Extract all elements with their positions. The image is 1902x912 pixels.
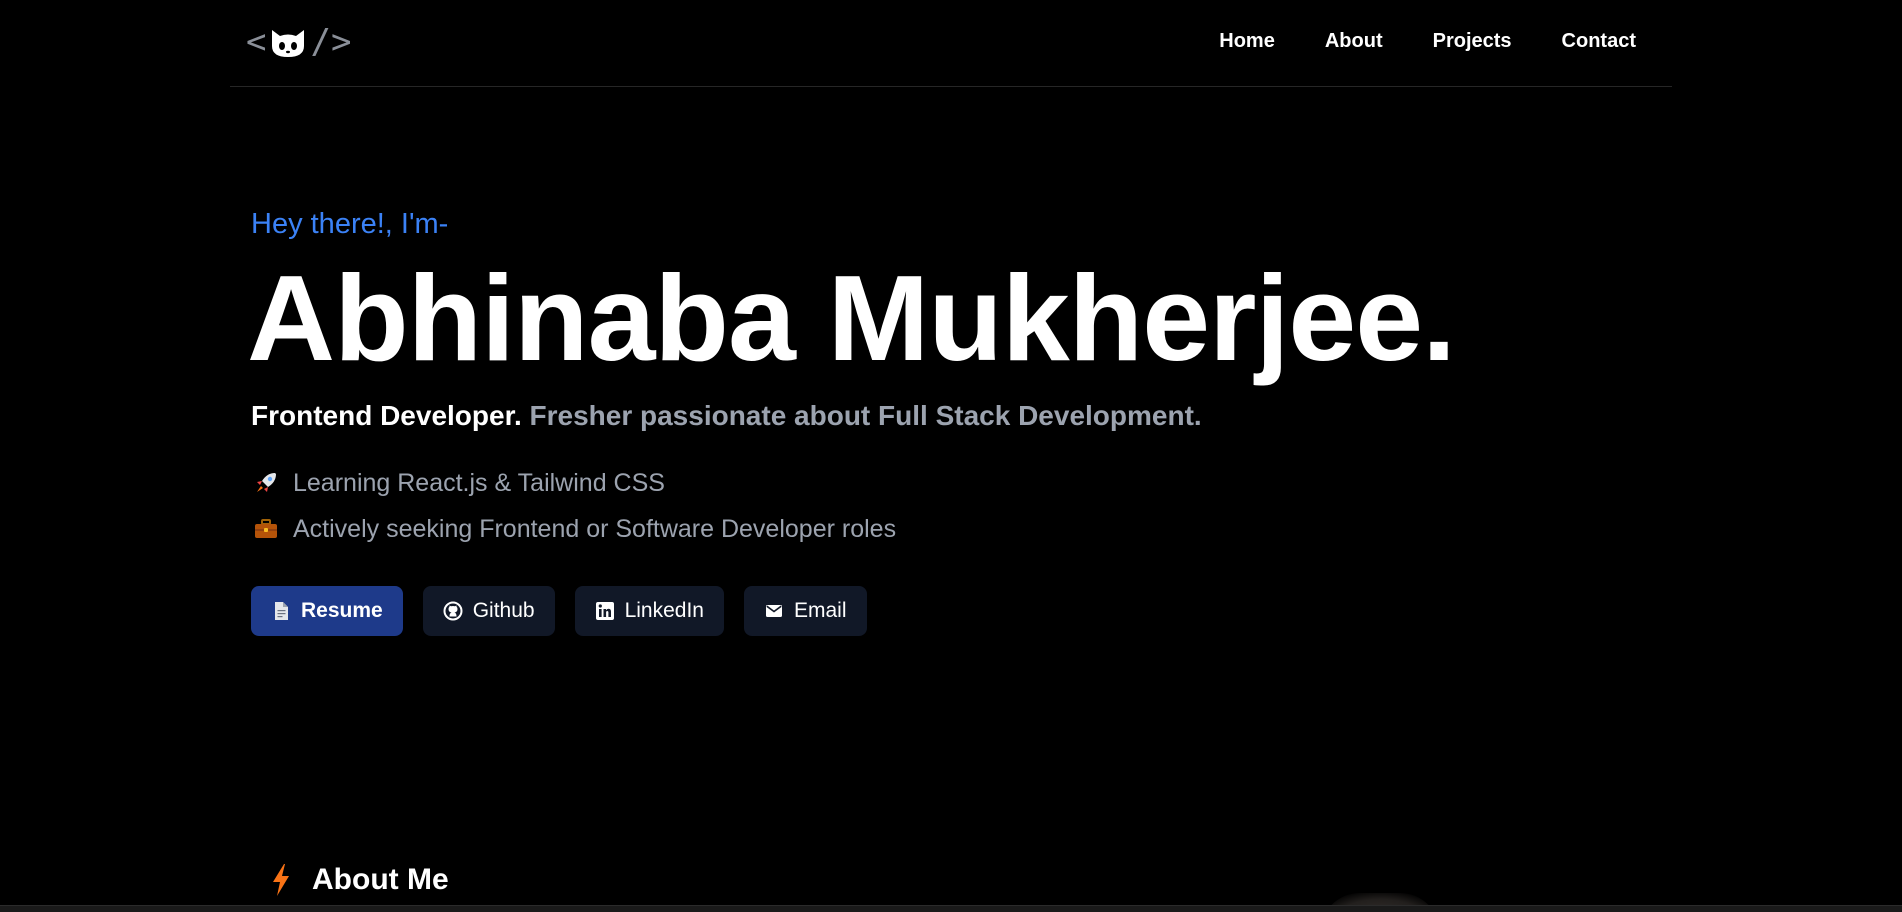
email-button-label: Email — [793, 599, 847, 622]
hero-bullet-learning: Learning React.js & Tailwind CSS — [251, 466, 665, 500]
nav-links: Home About Projects Contact — [1219, 26, 1636, 56]
resume-button[interactable]: Resume — [251, 586, 403, 636]
hero-description: Fresher passionate about Full Stack Deve… — [521, 400, 1202, 431]
email-button[interactable]: Email — [743, 586, 867, 636]
about-title: About Me — [312, 863, 449, 896]
hero-name: Abhinaba Mukherjee. — [247, 250, 1456, 386]
hero-bullet-seeking-text: Actively seeking Frontend or Software De… — [293, 515, 897, 543]
logo-left-bracket: < — [246, 22, 267, 62]
page-bottom-divider — [0, 905, 1902, 912]
linkedin-icon — [595, 602, 614, 620]
github-button-label: Github — [472, 599, 535, 622]
github-icon — [443, 601, 463, 621]
hero-bullet-seeking: Actively seeking Frontend or Software De… — [251, 512, 896, 546]
portfolio-page: < /> Home About Projects Contact Hey the… — [0, 0, 1902, 912]
rocket-icon — [251, 468, 281, 498]
logo-right-bracket: /> — [310, 22, 352, 62]
about-section-heading: About Me — [268, 860, 449, 900]
github-button[interactable]: Github — [422, 586, 555, 636]
linkedin-button[interactable]: LinkedIn — [574, 586, 724, 636]
briefcase-icon — [251, 514, 281, 544]
navbar: < /> Home About Projects Contact — [230, 0, 1672, 87]
mail-icon — [765, 605, 782, 617]
hero-button-row: Resume Github LinkedIn Email — [251, 586, 867, 636]
linkedin-button-label: LinkedIn — [624, 599, 704, 622]
nav-link-projects[interactable]: Projects — [1433, 26, 1512, 56]
hero-bullet-learning-text: Learning React.js & Tailwind CSS — [293, 469, 665, 497]
nav-link-about[interactable]: About — [1325, 26, 1383, 56]
nav-link-contact[interactable]: Contact — [1562, 26, 1636, 56]
hero-tagline: Frontend Developer. Fresher passionate a… — [251, 398, 1202, 434]
document-icon — [275, 602, 288, 620]
resume-button-label: Resume — [301, 599, 383, 622]
cat-face-icon — [272, 30, 305, 57]
nav-link-home[interactable]: Home — [1219, 26, 1275, 56]
hero-greeting: Hey there!, I'm- — [251, 208, 449, 240]
logo-link[interactable]: < /> — [246, 20, 351, 64]
hero-role: Frontend Developer. — [251, 400, 522, 431]
lightning-bolt-icon — [273, 864, 289, 896]
